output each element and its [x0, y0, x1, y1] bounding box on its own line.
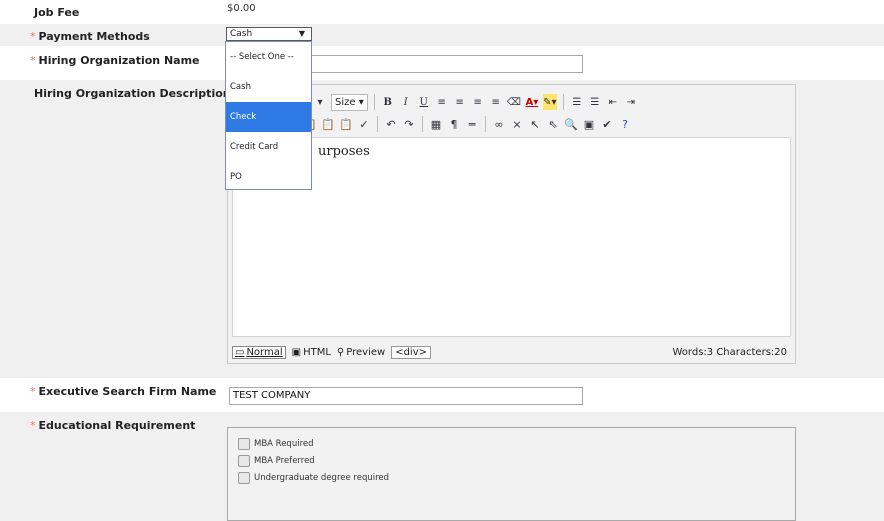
toolbar-separator: [562, 94, 564, 110]
hiring-org-name-label: * Hiring Organization Name: [30, 54, 200, 67]
payment-methods-label-text: Payment Methods: [38, 30, 150, 43]
mode-preview-label: Preview: [346, 346, 386, 358]
mode-html-tab[interactable]: ▣ HTML: [292, 347, 331, 358]
editor-toolbar-row-1: ▾ Size ▾ B I U ≡ ≡ ≡ ≡ ⌫ A▾ ✎▾ ☰ ☰ ⇤ ⇥: [313, 93, 638, 111]
editor-bottom-bar: ▭ Normal ▣ HTML ⚲ Preview <div> Words:3 Cha…: [232, 343, 791, 361]
font-size-label: Size: [335, 96, 356, 108]
checkbox-label: MBA Preferred: [254, 456, 315, 466]
clean-format-icon[interactable]: ✓: [357, 116, 371, 132]
mode-normal-label: Normal: [246, 346, 283, 358]
dropdown-option-cash[interactable]: Cash: [226, 72, 311, 102]
edit-mode-icon: ▭: [235, 346, 245, 358]
mode-html-label: HTML: [303, 346, 331, 358]
link-icon[interactable]: ∞: [492, 116, 506, 132]
required-marker: *: [30, 54, 36, 67]
toolbar-separator: [485, 116, 486, 132]
payment-methods-select[interactable]: Cash ▼: [226, 27, 312, 41]
anchor-icon[interactable]: ↖: [528, 116, 542, 132]
toolbar-separator: [422, 116, 423, 132]
payment-methods-label: * Payment Methods: [30, 30, 150, 43]
educational-requirement-label: * Educational Requirement: [30, 419, 195, 432]
exec-search-firm-label-text: Executive Search Firm Name: [38, 385, 217, 398]
checkbox-mba-preferred[interactable]: MBA Preferred: [238, 455, 315, 467]
editor-content-area[interactable]: urposes: [232, 137, 791, 337]
spellcheck-icon[interactable]: ✔: [600, 116, 614, 132]
checkbox-mba-required[interactable]: MBA Required: [238, 438, 314, 450]
mode-preview-tab[interactable]: ⚲ Preview: [337, 347, 385, 358]
hiring-org-name-label-text: Hiring Organization Name: [38, 54, 200, 67]
required-marker: *: [30, 419, 36, 432]
align-justify-icon[interactable]: ≡: [489, 94, 503, 110]
checkbox-icon[interactable]: [238, 455, 250, 467]
undo-icon[interactable]: ↶: [384, 116, 398, 132]
insert-table-icon[interactable]: ▦: [429, 116, 443, 132]
indent-icon[interactable]: ⇥: [624, 94, 638, 110]
eraser-icon[interactable]: ⌫: [507, 94, 521, 110]
tag-selector-div[interactable]: <div>: [391, 345, 431, 359]
educational-requirement-label-text: Educational Requirement: [38, 419, 196, 432]
ordered-list-icon[interactable]: ☰: [570, 94, 584, 110]
align-center-icon[interactable]: ≡: [453, 94, 467, 110]
caret-down-icon: ▼: [298, 29, 305, 38]
job-fee-label: Job Fee: [34, 6, 80, 19]
paste-word-icon[interactable]: 📋: [339, 116, 353, 132]
toolbar-separator: [377, 116, 378, 132]
chevron-down-icon[interactable]: ▾: [313, 94, 327, 110]
required-marker: *: [30, 30, 36, 43]
help-icon[interactable]: ?: [618, 116, 632, 132]
font-color-icon[interactable]: A▾: [525, 94, 539, 110]
checkbox-undergraduate-required[interactable]: Undergraduate degree required: [238, 472, 389, 484]
editor-content-text: urposes: [318, 144, 370, 159]
word-character-counter: Words:3 Characters:20: [672, 346, 788, 358]
mode-normal-tab[interactable]: ▭ Normal: [232, 345, 286, 359]
dropdown-option-credit-card[interactable]: Credit Card: [226, 132, 311, 162]
hiring-org-description-label: Hiring Organization Description: [34, 87, 231, 100]
magnifier-icon: ⚲: [336, 346, 345, 358]
horizontal-rule-icon[interactable]: ═: [465, 116, 479, 132]
checkbox-label: MBA Required: [254, 439, 314, 449]
checkbox-label: Undergraduate degree required: [254, 473, 390, 483]
template-icon[interactable]: ▣: [582, 116, 596, 132]
dropdown-option-po[interactable]: PO: [226, 162, 311, 192]
exec-search-firm-label: * Executive Search Firm Name: [30, 385, 216, 398]
dropdown-option-select-one[interactable]: -- Select One --: [226, 42, 311, 72]
payment-methods-row: * Payment Methods: [0, 24, 884, 46]
html-mode-icon: ▣: [291, 346, 302, 358]
required-marker: *: [30, 385, 36, 398]
underline-icon[interactable]: U: [417, 94, 431, 110]
highlight-color-icon[interactable]: ✎▾: [542, 94, 557, 110]
find-icon[interactable]: 🔍: [564, 116, 578, 132]
job-fee-row: Job Fee $0.00: [0, 0, 884, 22]
educational-requirement-panel: MBA Required MBA Preferred Undergraduate…: [227, 427, 796, 521]
align-right-icon[interactable]: ≡: [471, 94, 485, 110]
paragraph-icon[interactable]: ¶: [447, 116, 461, 132]
redo-icon[interactable]: ↷: [402, 116, 416, 132]
payment-methods-selected: Cash: [230, 29, 253, 39]
editor-toolbar-row-2: 📋 📋 📋 ✓ ↶ ↷ ▦ ¶ ═ ∞ ⨯ ↖ ⇖ 🔍 ▣ ✔ ?: [303, 115, 632, 133]
job-fee-value: $0.00: [227, 3, 256, 14]
checkbox-icon[interactable]: [238, 472, 250, 484]
dropdown-option-check[interactable]: Check: [226, 102, 311, 132]
toolbar-separator: [373, 94, 375, 110]
rich-text-editor: ▾ Size ▾ B I U ≡ ≡ ≡ ≡ ⌫ A▾ ✎▾ ☰ ☰ ⇤ ⇥ 📋…: [227, 84, 796, 364]
checkbox-icon[interactable]: [238, 438, 250, 450]
paste-text-icon[interactable]: 📋: [321, 116, 335, 132]
exec-search-firm-input[interactable]: TEST COMPANY: [229, 387, 583, 405]
bold-icon[interactable]: B: [381, 94, 395, 110]
unordered-list-icon[interactable]: ☰: [588, 94, 602, 110]
outdent-icon[interactable]: ⇤: [606, 94, 620, 110]
unlink-icon[interactable]: ⨯: [510, 116, 524, 132]
italic-icon[interactable]: I: [399, 94, 413, 110]
align-left-icon[interactable]: ≡: [435, 94, 449, 110]
payment-methods-dropdown[interactable]: -- Select One -- Cash Check Credit Card …: [225, 41, 312, 190]
font-size-select[interactable]: Size ▾: [331, 93, 368, 111]
select-icon[interactable]: ⇖: [546, 116, 560, 132]
